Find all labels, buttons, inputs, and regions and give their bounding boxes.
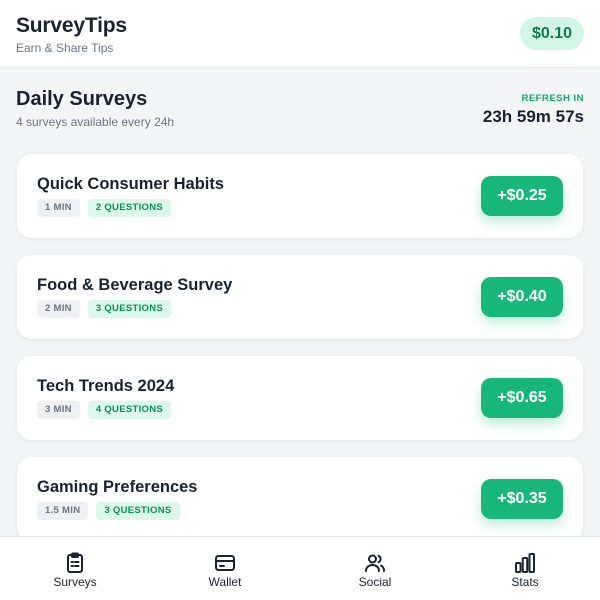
refresh-countdown: 23h 59m 57s xyxy=(482,107,584,126)
nav-label: Surveys xyxy=(53,575,97,589)
questions-chip: 3 QUESTIONS xyxy=(87,300,172,318)
duration-chip: 1 MIN xyxy=(37,199,80,217)
questions-chip: 3 QUESTIONS xyxy=(96,502,180,520)
balance-badge[interactable]: $0.10 xyxy=(519,17,584,50)
questions-chip: 2 QUESTIONS xyxy=(87,199,172,217)
questions-chip: 4 QUESTIONS xyxy=(87,401,172,419)
survey-card[interactable]: Gaming Preferences 1.5 MIN 3 QUESTIONS +… xyxy=(17,457,583,541)
nav-label: Wallet xyxy=(208,575,242,589)
app-title: SurveyTips xyxy=(16,14,127,37)
survey-meta: 3 MIN 4 QUESTIONS xyxy=(37,401,172,419)
users-icon xyxy=(363,551,387,575)
survey-meta: 1.5 MIN 3 QUESTIONS xyxy=(37,502,180,520)
survey-meta: 1 MIN 2 QUESTIONS xyxy=(37,199,172,217)
nav-item-stats[interactable]: Stats xyxy=(450,537,600,600)
nav-label: Stats xyxy=(511,575,539,589)
survey-card[interactable]: Tech Trends 2024 3 MIN 4 QUESTIONS +$0.6… xyxy=(17,356,583,440)
bottom-nav: Surveys Wallet Social Stats xyxy=(0,536,600,600)
nav-item-wallet[interactable]: Wallet xyxy=(150,537,300,600)
survey-meta: 2 MIN 3 QUESTIONS xyxy=(37,300,172,318)
wallet-icon xyxy=(213,551,237,575)
reward-button[interactable]: +$0.40 xyxy=(481,277,563,317)
nav-item-surveys[interactable]: Surveys xyxy=(0,537,150,600)
reward-button[interactable]: +$0.25 xyxy=(481,176,563,216)
nav-item-social[interactable]: Social xyxy=(300,537,450,600)
bar-chart-icon xyxy=(513,551,537,575)
reward-button[interactable]: +$0.35 xyxy=(481,479,563,519)
section-subtitle: 4 surveys available every 24h xyxy=(16,115,175,129)
clipboard-icon xyxy=(63,551,87,575)
section-title: Daily Surveys xyxy=(16,88,148,110)
nav-label: Social xyxy=(358,575,392,589)
survey-title: Quick Consumer Habits xyxy=(37,175,225,193)
refresh-label: REFRESH IN xyxy=(521,93,584,104)
survey-title: Food & Beverage Survey xyxy=(37,276,233,294)
survey-card[interactable]: Quick Consumer Habits 1 MIN 2 QUESTIONS … xyxy=(17,154,583,238)
duration-chip: 1.5 MIN xyxy=(37,502,89,520)
survey-title: Gaming Preferences xyxy=(37,478,198,496)
reward-button[interactable]: +$0.65 xyxy=(481,378,563,418)
duration-chip: 3 MIN xyxy=(37,401,80,419)
app-header: SurveyTips Earn & Share Tips $0.10 xyxy=(0,0,600,68)
app-subtitle: Earn & Share Tips xyxy=(16,41,114,55)
survey-title: Tech Trends 2024 xyxy=(37,377,175,395)
survey-card[interactable]: Food & Beverage Survey 2 MIN 3 QUESTIONS… xyxy=(17,255,583,339)
duration-chip: 2 MIN xyxy=(37,300,80,318)
